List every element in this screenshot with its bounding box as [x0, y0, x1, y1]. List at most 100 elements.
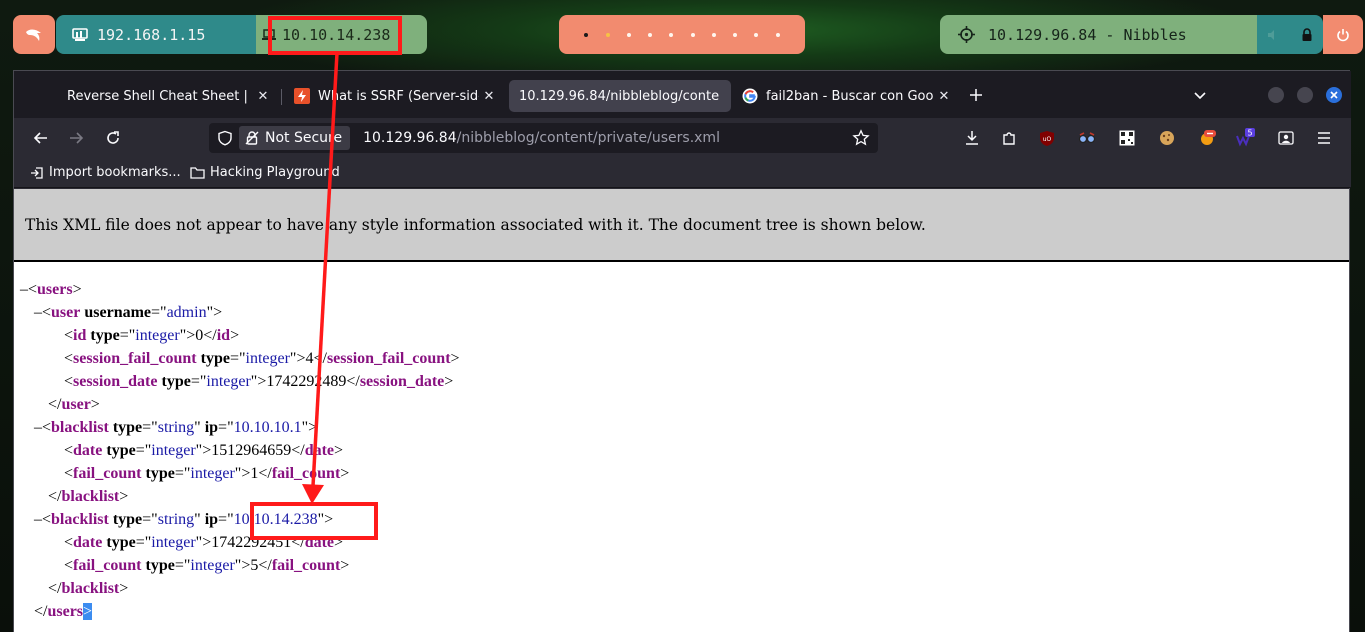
collapse-toggle[interactable]: –: [34, 304, 42, 321]
collapse-toggle[interactable]: –: [34, 419, 42, 436]
star-icon[interactable]: [852, 129, 870, 147]
arrow-left-icon: [33, 132, 47, 144]
puzzle-icon: [1003, 132, 1015, 145]
close-icon[interactable]: ✕: [479, 89, 499, 104]
xml-line: <session_fail_count type="integer">4</se…: [64, 350, 460, 367]
maximize-button[interactable]: [1297, 87, 1313, 103]
xml-line: <session_date type="integer">1742292489<…: [64, 373, 454, 390]
xml-tag-name: date: [304, 534, 335, 551]
google-icon: [742, 88, 758, 104]
app-menu-button[interactable]: [1314, 128, 1334, 148]
xml-text: 1512964659: [211, 442, 292, 459]
xml-tag-name: date: [73, 534, 103, 551]
arrow-right-icon: [70, 132, 84, 144]
xml-tag-name: blacklist: [51, 419, 109, 436]
xml-attr-value: admin: [166, 304, 207, 321]
xml-attr-name: type: [145, 465, 175, 482]
foxyproxy-extension[interactable]: [1077, 128, 1097, 148]
bookmark-folder-hacking-playground[interactable]: Hacking Playground: [190, 165, 340, 180]
xml-line: </blacklist>: [48, 580, 129, 597]
workspace-switcher[interactable]: [559, 15, 805, 54]
xml-tag-name: date: [304, 442, 335, 459]
reload-icon: [107, 131, 119, 144]
power-button[interactable]: [1323, 15, 1363, 54]
download-icon: [966, 131, 978, 145]
tab-strip: Reverse Shell Cheat Sheet | pe ✕ What is…: [14, 71, 1351, 118]
hacktools-extension[interactable]: [1197, 128, 1217, 148]
workspace-dot[interactable]: [626, 32, 631, 37]
workspace-dot[interactable]: [733, 32, 738, 37]
workspace-dot[interactable]: [605, 32, 610, 37]
xml-line: </users>: [34, 603, 93, 620]
workspace-dot[interactable]: [711, 32, 716, 37]
xml-attr-value: integer: [135, 327, 180, 344]
xml-attr-name: type: [90, 327, 120, 344]
lock-icon[interactable]: [1301, 27, 1313, 42]
folder-icon: [190, 167, 205, 179]
ublock-extension[interactable]: uO: [1037, 128, 1057, 148]
xml-tag-name: id: [73, 327, 87, 344]
xml-tag-name: users: [47, 603, 84, 620]
collapse-toggle[interactable]: –: [34, 511, 42, 528]
import-bookmarks-link[interactable]: Import bookmarks...: [30, 165, 181, 180]
wappalyzer-extension[interactable]: 5: [1236, 128, 1256, 148]
tab-fail2ban-search[interactable]: fail2ban - Buscar con Goog ✕: [732, 80, 954, 112]
xml-attr-name: type: [112, 511, 143, 528]
target-text: 10.129.96.84 - Nibbles: [988, 25, 1187, 44]
tracking-shield-icon[interactable]: [217, 130, 233, 146]
xml-attr-name: type: [200, 350, 230, 367]
xml-attr-value: string: [157, 511, 195, 528]
close-icon[interactable]: ✕: [934, 89, 954, 104]
xml-text: 5: [250, 557, 259, 574]
app-menu-button[interactable]: [13, 15, 55, 54]
tab-reverse-shell[interactable]: Reverse Shell Cheat Sheet | pe ✕: [57, 80, 273, 112]
xml-attr-name: username: [84, 304, 152, 321]
xml-tag-name: blacklist: [61, 580, 120, 597]
workspace-dot[interactable]: [754, 32, 759, 37]
container-extension[interactable]: [1276, 128, 1296, 148]
vpn-ip-text: 10.10.14.238: [282, 25, 391, 44]
xml-attr-name: type: [112, 419, 143, 436]
xml-attr-name: ip: [204, 511, 219, 528]
workspace-dot[interactable]: [584, 32, 589, 37]
back-button[interactable]: [31, 128, 51, 148]
xml-attr-name: type: [106, 442, 136, 459]
new-tab-icon[interactable]: [966, 85, 986, 105]
bookmarks-toolbar: Import bookmarks... Hacking Playground: [14, 158, 1351, 188]
minimize-button[interactable]: [1268, 87, 1284, 103]
url-text[interactable]: 10.129.96.84/nibbleblog/content/private/…: [363, 130, 720, 146]
bookmark-label: Hacking Playground: [210, 165, 340, 180]
tab-users-xml[interactable]: 10.129.96.84/nibbleblog/conte: [509, 80, 731, 112]
workspace-dot[interactable]: [669, 32, 674, 37]
glasses-icon: [1078, 132, 1096, 144]
xml-attr-name: ip: [204, 419, 219, 436]
reload-button[interactable]: [103, 128, 123, 148]
navigation-toolbar: Not Secure 10.129.96.84/nibbleblog/conte…: [14, 118, 1351, 158]
chevron-down-icon[interactable]: [1192, 87, 1208, 103]
xml-tag-name: blacklist: [51, 511, 109, 528]
xml-attr-value: 10.10.14.238: [233, 511, 318, 528]
xml-tag-name: date: [73, 442, 103, 459]
extensions-button[interactable]: [999, 128, 1019, 148]
xml-line: </user>: [48, 396, 100, 413]
workspace-dot[interactable]: [648, 32, 653, 37]
profile-box-icon: [1278, 131, 1294, 145]
downloads-button[interactable]: [962, 128, 982, 148]
system-tray: [1257, 15, 1323, 54]
workspace-dot[interactable]: [690, 32, 695, 37]
xml-tag-name: user: [51, 304, 81, 321]
tab-title: Reverse Shell Cheat Sheet | pe: [67, 88, 253, 104]
collapse-toggle[interactable]: –: [20, 281, 28, 298]
close-icon[interactable]: ✕: [253, 89, 273, 104]
tab-ssrf[interactable]: What is SSRF (Server-side r ✕: [284, 80, 499, 112]
cookie-editor-extension[interactable]: [1157, 128, 1177, 148]
url-bar[interactable]: Not Secure 10.129.96.84/nibbleblog/conte…: [209, 123, 878, 153]
xml-attr-name: type: [161, 373, 191, 390]
volume-muted-icon[interactable]: [1267, 29, 1281, 41]
forward-button[interactable]: [66, 128, 86, 148]
security-indicator[interactable]: Not Secure: [239, 126, 351, 150]
tab-title: 10.129.96.84/nibbleblog/conte: [519, 88, 720, 104]
workspace-dot[interactable]: [775, 32, 780, 37]
qr-code-extension[interactable]: [1117, 128, 1137, 148]
close-window-button[interactable]: [1326, 87, 1342, 103]
